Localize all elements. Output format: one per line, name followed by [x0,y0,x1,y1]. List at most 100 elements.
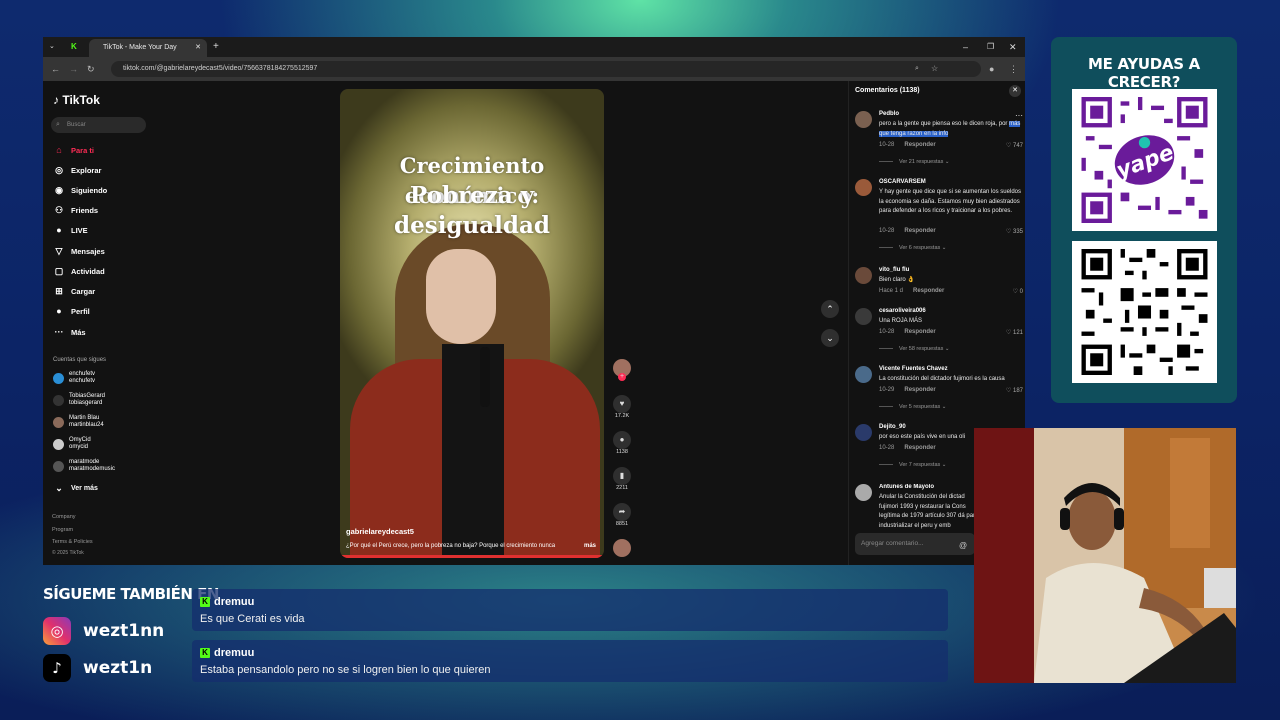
minimize-icon[interactable]: – [963,37,968,57]
avatar[interactable] [855,366,872,383]
account-item[interactable]: OmyCid omycid [53,437,91,451]
comment-text: pero a la gente que piensa eso le dicen … [879,121,1021,137]
reply-button[interactable]: Responder [904,228,935,234]
back-icon[interactable]: ← [51,61,60,77]
avatar[interactable] [855,179,872,196]
comment-likes[interactable]: ♡ 0 [1013,288,1023,295]
comment-likes[interactable]: ♡ 187 [1006,387,1023,394]
footer-program[interactable]: Program [52,527,73,533]
account-item[interactable]: maratmode maratmodemusic [53,459,115,473]
account-item[interactable]: TobiasGerard tobiasgerard [53,393,105,407]
previous-video-button[interactable]: ⌃ [821,300,839,318]
avatar[interactable] [855,308,872,325]
creator-avatar-button[interactable]: + [611,359,633,381]
avatar[interactable] [855,111,872,128]
share-icon: ➦ [613,503,631,521]
account-item[interactable]: enchufetv enchufetv [53,371,95,385]
footer-copyright: © 2025 TikTok [52,550,84,556]
video-player[interactable]: Crecimiento económico: Pobreza y desigua… [340,89,604,558]
comment-meta: 10-28 Responder [879,445,936,451]
nav-live[interactable]: ● LIVE [53,225,87,235]
donation-panel: ME AYUDAS A CRECER? yape [1051,37,1237,403]
comment-options-icon[interactable]: ··· [1015,111,1023,120]
footer-company[interactable]: Company [52,514,76,520]
account-item[interactable]: Martin Blau martinblau24 [53,415,104,429]
nav-mas[interactable]: ··· Más [53,327,86,337]
reply-button[interactable]: Responder [904,329,935,335]
kick-tab-icon[interactable]: K [71,37,77,57]
avatar[interactable] [855,267,872,284]
bookmark-star-icon[interactable]: ☆ [931,61,938,77]
comment-input[interactable]: Agregar comentario... [855,533,975,555]
nav-perfil[interactable]: ● Perfil [53,306,89,316]
restore-icon[interactable]: ❐ [987,37,994,57]
active-tab[interactable]: TikTok - Make Your Day ✕ [89,39,207,57]
chat-message: Kdremuu Es que Cerati es vida [192,589,948,631]
close-window-icon[interactable]: ✕ [1009,37,1017,57]
heart-icon: ♡ [1005,143,1012,149]
view-replies-link[interactable]: Ver 21 respuestas ⌄ [879,159,949,165]
video-caption: ¿Por qué el Perú crece, pero la pobreza … [346,543,556,549]
zoom-icon[interactable]: ⌕ [915,61,919,77]
next-video-button[interactable]: ⌄ [821,329,839,347]
save-button[interactable]: ▮ 2211 [611,467,633,491]
nav-siguiendo[interactable]: ◉ Siguiendo [53,185,107,196]
video-username[interactable]: gabrielareydecast5 [346,527,414,536]
tab-search-icon[interactable]: ⌄ [49,37,55,57]
comment-likes[interactable]: ♡ 747 [1006,142,1023,149]
comment-meta: Hace 1 d Responder [879,288,945,294]
upload-icon: ⊞ [55,286,63,296]
reply-button[interactable]: Responder [904,142,935,148]
comment-likes[interactable]: ♡ 335 [1006,228,1023,235]
comment-meta: 10-29 Responder [879,387,936,393]
see-more-link[interactable]: ⌄ Ver más [53,483,98,494]
nav-mensajes[interactable]: ▽ Mensajes [53,246,105,257]
reply-button[interactable]: Responder [913,288,944,294]
close-tab-icon[interactable]: ✕ [195,39,201,57]
chevron-down-icon: ⌄ [826,333,834,343]
new-tab-icon[interactable]: + [213,37,219,57]
like-button[interactable]: ♥ 17.2K [611,395,633,419]
browser-menu-icon[interactable]: ⋮ [1009,61,1018,77]
forward-icon[interactable]: → [69,61,78,77]
bookmark-icon: ▮ [613,467,631,485]
sound-avatar-button[interactable] [611,539,633,557]
nav-cargar[interactable]: ⊞ Cargar [53,286,95,297]
view-replies-link[interactable]: Ver 6 respuestas ⌄ [879,245,946,251]
follow-plus-icon[interactable]: + [618,373,626,381]
search-icon: ⌕ [56,121,60,128]
caption-more-link[interactable]: más [584,543,596,549]
reload-icon[interactable]: ↻ [87,61,95,77]
reply-button[interactable]: Responder [904,387,935,393]
nav-actividad[interactable]: ▢ Actividad [53,266,105,277]
view-replies-link[interactable]: Ver 7 respuestas ⌄ [879,462,946,468]
avatar [53,460,64,472]
url-field[interactable]: tiktok.com/@gabrielareydecast5/video/756… [111,61,981,77]
heart-icon: ♡ [1005,330,1012,336]
avatar [53,416,64,428]
view-replies-link[interactable]: Ver 5 respuestas ⌄ [879,404,946,410]
view-replies-link[interactable]: Ver 58 respuestas ⌄ [879,346,949,352]
avatar[interactable] [855,484,872,501]
search-input[interactable]: Buscar [51,117,146,133]
chevron-up-icon: ⌃ [826,304,834,314]
nav-explorar[interactable]: ◎ Explorar [53,165,101,176]
share-button[interactable]: ➦ 8851 [611,503,633,527]
video-progress-bar[interactable] [340,555,604,558]
comment-text: Bien claro 👌 [879,277,915,283]
profile-avatar-icon[interactable]: ● [989,61,994,77]
nav-friends[interactable]: ⚇ Friends [53,205,98,216]
mention-icon[interactable]: @ [959,541,967,550]
tiktok-logo[interactable]: ♪ TikTok [53,93,100,107]
comment-button[interactable]: ● 1138 [611,431,633,455]
footer-terms[interactable]: Terms & Policies [52,539,93,545]
avatar[interactable] [855,424,872,441]
avatar [53,438,64,450]
comment-likes[interactable]: ♡ 121 [1006,329,1023,336]
nav-para-ti[interactable]: ⌂ Para ti [53,145,94,155]
reply-button[interactable]: Responder [904,445,935,451]
comment-text: La constitución del dictador fujimori es… [879,376,1005,382]
close-comments-button[interactable]: ✕ [1009,85,1021,97]
tiktok-page: ♪ TikTok Buscar ⌕ ⌂ Para ti ◎ Explorar ◉ Si… [43,81,1025,565]
following-icon: ◉ [55,185,63,195]
